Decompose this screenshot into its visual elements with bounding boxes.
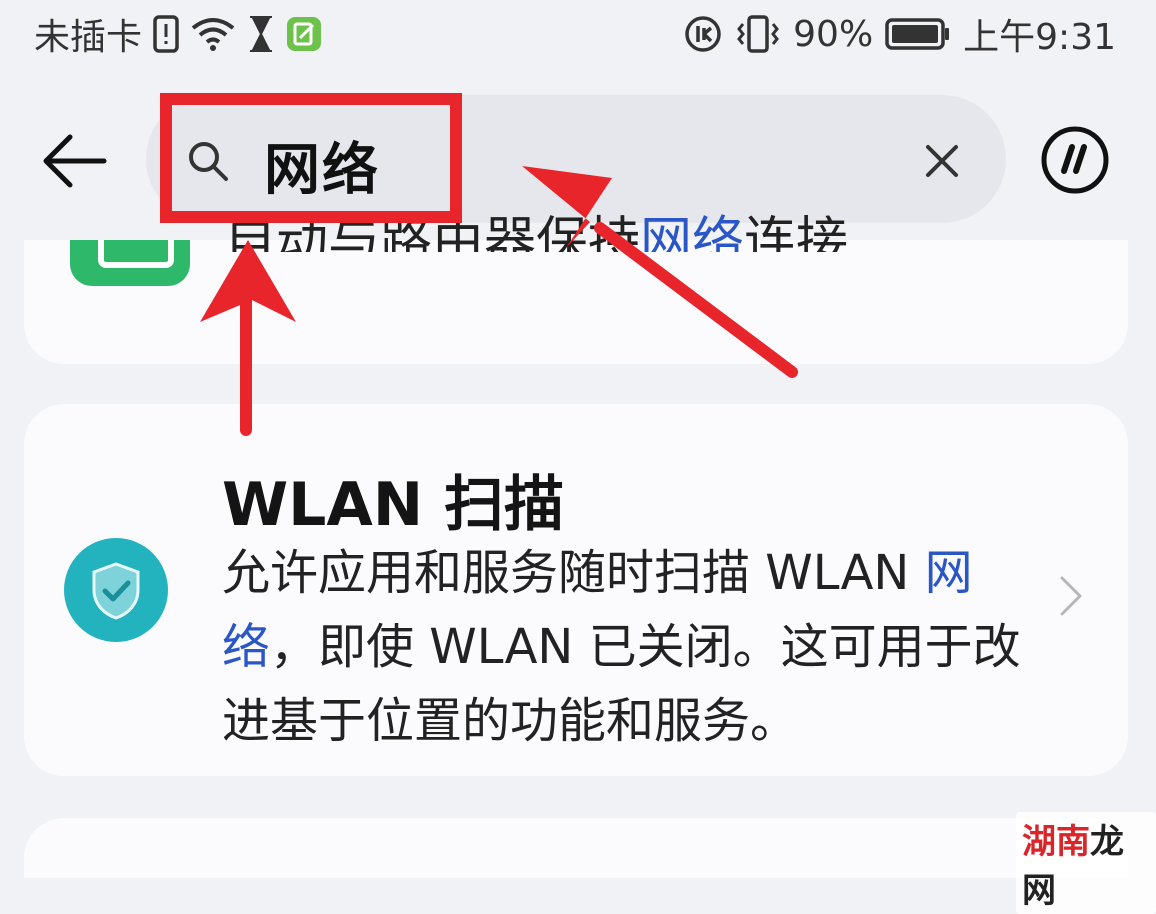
annotation-arrows: [200, 166, 798, 436]
watermark: 湖南龙网: [1016, 812, 1156, 914]
annotation-arrow-diagonal: [522, 166, 612, 248]
